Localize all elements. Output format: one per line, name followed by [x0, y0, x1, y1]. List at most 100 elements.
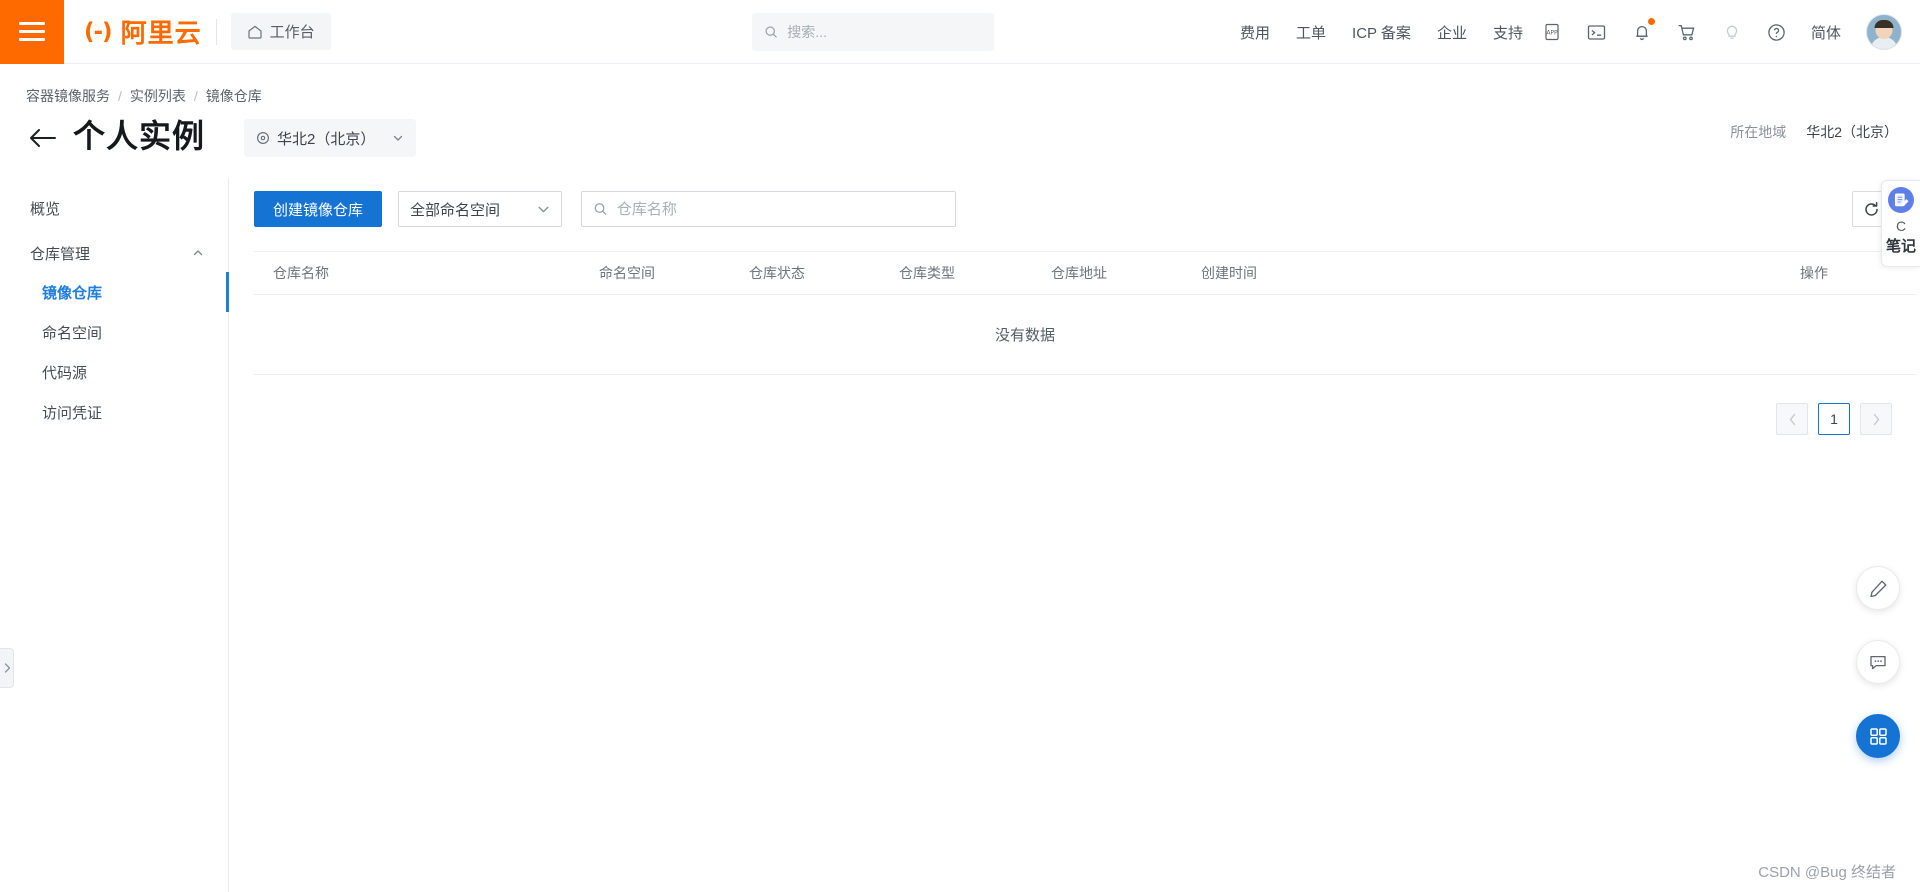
sidebar-item-namespace[interactable]: 命名空间 — [0, 312, 228, 352]
sidebar-group-repository-management[interactable]: 仓库管理 — [0, 234, 228, 272]
region-selector-label: 华北2（北京） — [277, 128, 375, 149]
home-icon — [247, 24, 263, 40]
workbench-button[interactable]: 工作台 — [231, 13, 331, 50]
column-header-create-time: 创建时间 — [1201, 263, 1481, 283]
sidebar-item-label: 镜像仓库 — [42, 282, 102, 303]
sidebar-item-image-repository[interactable]: 镜像仓库 — [0, 272, 228, 312]
notification-badge — [1648, 18, 1655, 25]
repository-panel: 创建镜像仓库 全部命名空间 — [254, 191, 1914, 435]
region-info-label: 所在地域 — [1730, 122, 1786, 142]
feedback-edit-icon[interactable] — [1856, 566, 1900, 610]
chevron-down-icon — [537, 203, 550, 216]
chevron-right-icon — [3, 662, 11, 674]
chevron-left-icon — [1788, 413, 1797, 426]
nav-link-icp[interactable]: ICP 备案 — [1352, 22, 1411, 43]
workbench-label: 工作台 — [270, 21, 315, 42]
table-header-row: 仓库名称 命名空间 仓库状态 仓库类型 仓库地址 创建时间 操作 — [254, 251, 1916, 295]
global-search-box[interactable] — [752, 13, 994, 51]
sidebar-item-code-source[interactable]: 代码源 — [0, 352, 228, 392]
aliyun-logo-text: 阿里云 — [121, 13, 202, 50]
language-switch[interactable]: 简体 — [1811, 22, 1841, 43]
page-header: 个人实例 华北2（北京） 所在地域 华北2（北京） — [0, 112, 1920, 168]
column-header-repo-type: 仓库类型 — [899, 263, 1051, 283]
page-root: (-) 阿里云 工作台 费用 工单 ICP 备案 企业 支持 — [0, 0, 1920, 892]
hamburger-line — [19, 30, 45, 33]
sidebar-item-label: 代码源 — [42, 362, 87, 383]
breadcrumb-item-instance-list[interactable]: 实例列表 — [130, 86, 186, 106]
empty-state-text: 没有数据 — [995, 324, 1055, 345]
refresh-icon — [1863, 201, 1880, 218]
search-icon — [593, 201, 608, 217]
chevron-up-icon — [192, 247, 204, 259]
aliyun-logo[interactable]: (-) 阿里云 — [84, 13, 202, 50]
column-header-repo-status: 仓库状态 — [749, 263, 899, 283]
chevron-right-icon — [1872, 413, 1881, 426]
breadcrumb-item-service[interactable]: 容器镜像服务 — [26, 86, 110, 106]
sidebar-collapse-handle[interactable] — [0, 648, 14, 688]
repository-table: 仓库名称 命名空间 仓库状态 仓库类型 仓库地址 创建时间 操作 没有数据 — [254, 251, 1916, 375]
sidebar-item-overview[interactable]: 概览 — [0, 190, 228, 226]
region-info-value: 华北2（北京） — [1806, 122, 1898, 142]
sidebar-item-access-credentials[interactable]: 访问凭证 — [0, 392, 228, 432]
region-selector[interactable]: 华北2（北京） — [244, 119, 416, 157]
main-content: 创建镜像仓库 全部命名空间 — [229, 178, 1920, 892]
repository-toolbar: 创建镜像仓库 全部命名空间 — [254, 191, 1914, 227]
app-icon[interactable]: APP — [1539, 19, 1565, 45]
grid-apps-icon[interactable] — [1856, 714, 1900, 758]
note-tab-line2: 笔记 — [1886, 237, 1916, 256]
nav-link-tickets[interactable]: 工单 — [1296, 22, 1326, 43]
help-icon[interactable] — [1764, 19, 1790, 45]
terminal-icon[interactable] — [1584, 19, 1610, 45]
top-nav-icons: APP — [1539, 0, 1902, 64]
repository-search-box[interactable] — [581, 191, 956, 227]
bell-icon[interactable] — [1629, 19, 1655, 45]
arrow-left-icon[interactable] — [26, 121, 60, 155]
sidebar-item-label: 概览 — [30, 198, 60, 219]
top-navigation-bar: (-) 阿里云 工作台 费用 工单 ICP 备案 企业 支持 — [0, 0, 1920, 64]
pagination: 1 — [254, 403, 1916, 435]
sidebar-item-label: 命名空间 — [42, 322, 102, 343]
user-avatar[interactable] — [1866, 14, 1902, 50]
cart-icon[interactable] — [1674, 19, 1700, 45]
svg-text:APP: APP — [1546, 29, 1558, 36]
breadcrumb-separator: / — [118, 88, 122, 104]
nav-link-fees[interactable]: 费用 — [1240, 22, 1270, 43]
chat-icon[interactable] — [1856, 640, 1900, 684]
pagination-next-button[interactable] — [1860, 403, 1892, 435]
lightbulb-icon[interactable] — [1719, 19, 1745, 45]
region-info: 所在地域 华北2（北京） — [1730, 122, 1898, 142]
nav-link-enterprise[interactable]: 企业 — [1437, 22, 1467, 43]
chevron-down-icon — [392, 132, 404, 144]
avatar-hair — [1875, 20, 1894, 28]
column-header-namespace: 命名空间 — [599, 263, 749, 283]
page-title: 个人实例 — [73, 112, 205, 160]
namespace-select-value: 全部命名空间 — [410, 199, 500, 220]
global-search-input[interactable] — [787, 24, 982, 40]
top-nav-links: 费用 工单 ICP 备案 企业 支持 — [1240, 0, 1523, 64]
table-empty-state: 没有数据 — [254, 295, 1916, 375]
column-header-repo-name: 仓库名称 — [254, 263, 599, 283]
aliyun-logo-mark: (-) — [84, 19, 112, 45]
create-repository-button[interactable]: 创建镜像仓库 — [254, 191, 382, 227]
location-pin-icon — [256, 131, 270, 145]
note-side-tab[interactable]: C 笔记 — [1881, 180, 1920, 267]
pagination-prev-button[interactable] — [1776, 403, 1808, 435]
column-header-actions: 操作 — [1481, 263, 1916, 283]
pencil-icon — [1869, 579, 1888, 598]
column-header-repo-address: 仓库地址 — [1051, 263, 1201, 283]
breadcrumb-separator: / — [194, 88, 198, 104]
note-tab-line1: C — [1896, 218, 1906, 235]
hamburger-menu-icon[interactable] — [0, 0, 64, 64]
sidebar-item-label: 访问凭证 — [42, 402, 102, 423]
namespace-select[interactable]: 全部命名空间 — [398, 191, 562, 227]
sidebar-group-label: 仓库管理 — [30, 243, 90, 264]
watermark: CSDN @Bug 终结者 — [1758, 861, 1896, 882]
speech-bubble-icon — [1868, 652, 1888, 672]
breadcrumb-item-current: 镜像仓库 — [206, 86, 262, 106]
note-pen-icon — [1888, 187, 1914, 213]
pagination-page-1[interactable]: 1 — [1818, 403, 1850, 435]
repository-search-input[interactable] — [617, 201, 944, 218]
nav-link-support[interactable]: 支持 — [1493, 22, 1523, 43]
divider — [216, 19, 217, 45]
sidebar: 概览 仓库管理 镜像仓库 命名空间 代码源 访问凭证 — [0, 178, 229, 892]
